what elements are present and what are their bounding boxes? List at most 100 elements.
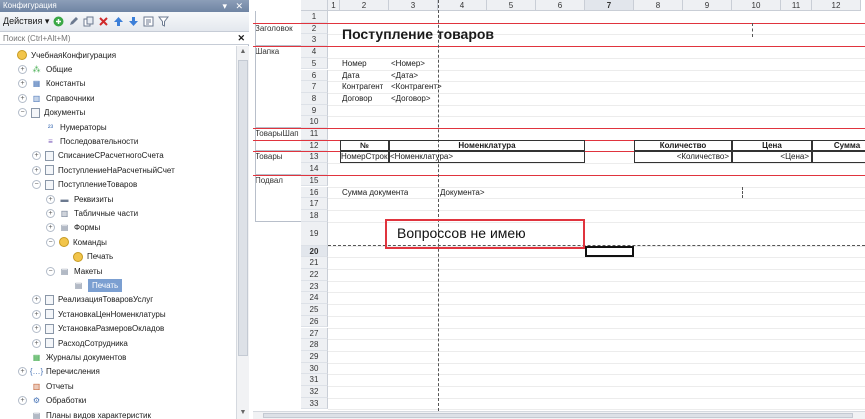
row-header[interactable]: 25 xyxy=(301,304,328,316)
tree-vertical-scrollbar[interactable]: ▲ ▼ xyxy=(236,46,249,419)
row-header[interactable]: 10 xyxy=(301,116,328,128)
row-header[interactable]: 27 xyxy=(301,327,328,340)
tree-item[interactable]: + ▥ Табличные части xyxy=(46,206,138,220)
filter-icon[interactable] xyxy=(158,16,170,27)
row-header[interactable]: 5 xyxy=(301,57,328,70)
row-header[interactable]: 1 xyxy=(301,11,328,23)
column-header[interactable]: 6 xyxy=(536,0,585,11)
tree-item[interactable]: + ▤ Формы xyxy=(46,221,100,235)
column-header[interactable]: 2 xyxy=(340,0,389,11)
collapse-icon[interactable]: − xyxy=(18,108,27,118)
row-header[interactable]: 15 xyxy=(301,174,328,187)
expand-icon[interactable]: + xyxy=(32,165,41,175)
actions-menu-button[interactable]: Действия ▾ xyxy=(3,16,49,27)
column-header[interactable]: 9 xyxy=(683,0,732,11)
tree-item[interactable]: + ⁂ Общие xyxy=(18,62,72,76)
column-header[interactable]: 5 xyxy=(487,0,536,11)
column-header[interactable]: 7 xyxy=(585,0,634,11)
tree-item[interactable]: + СписаниеСРасчетногоСчета xyxy=(32,149,164,163)
expand-icon[interactable]: + xyxy=(18,79,27,89)
row-header[interactable]: 11 xyxy=(301,128,328,140)
row-header[interactable]: 26 xyxy=(301,315,328,328)
row-header[interactable]: 17 xyxy=(301,198,328,210)
tree-item[interactable]: + ▥ Справочники xyxy=(18,91,94,105)
sheet-horizontal-scrollbar[interactable] xyxy=(253,411,865,419)
column-header[interactable]: 3 xyxy=(389,0,438,11)
row-header[interactable]: 29 xyxy=(301,350,328,363)
expand-icon[interactable]: + xyxy=(46,223,55,233)
spreadsheet-template-editor[interactable]: 1 2 3 4 5 6 7 8 9 10 11 12 1 2 3 4 5 6 7 8 9 10 11 12 13 14 15 16 17… xyxy=(253,0,865,411)
tree-item[interactable]: − Команды xyxy=(46,235,107,249)
tree-item[interactable]: + ⚙ Обработки xyxy=(18,394,86,408)
row-header[interactable]: 8 xyxy=(301,92,328,105)
row-header[interactable]: 2 xyxy=(301,22,328,35)
column-header[interactable]: 12 xyxy=(812,0,861,11)
collapse-icon[interactable]: − xyxy=(32,180,41,190)
tree-item[interactable]: + РеализацияТоваровУслуг xyxy=(32,293,153,307)
row-header[interactable]: 28 xyxy=(301,339,328,351)
row-header[interactable]: 21 xyxy=(301,257,328,269)
row-header[interactable]: 14 xyxy=(301,163,328,175)
row-header[interactable]: 7 xyxy=(301,81,328,93)
add-icon[interactable] xyxy=(53,16,64,27)
tree-item[interactable]: − ▤ Макеты xyxy=(46,264,102,278)
expand-icon[interactable]: + xyxy=(18,396,27,406)
row-header[interactable]: 24 xyxy=(301,292,328,305)
tree-item[interactable]: − Документы xyxy=(18,106,85,120)
expand-icon[interactable]: + xyxy=(32,151,41,161)
row-header[interactable]: 6 xyxy=(301,69,328,82)
tree-item[interactable]: ≡ Последовательности xyxy=(32,134,138,148)
tree-item[interactable]: + ▦ Константы xyxy=(18,77,85,91)
column-header[interactable]: 11 xyxy=(781,0,812,11)
row-header[interactable]: 23 xyxy=(301,280,328,293)
move-down-icon[interactable] xyxy=(128,16,139,27)
tree-item[interactable]: + {…} Перечисления xyxy=(18,365,100,379)
tree-item[interactable]: ▥ Отчеты xyxy=(18,379,74,393)
tree-item[interactable]: − ПоступлениеТоваров xyxy=(32,178,137,192)
scroll-up-icon[interactable]: ▲ xyxy=(237,46,249,58)
active-cell[interactable] xyxy=(585,245,634,258)
row-header[interactable]: 32 xyxy=(301,386,328,398)
tree-item[interactable]: УчебнаяКонфигурация xyxy=(4,48,116,62)
row-header[interactable]: 33 xyxy=(301,397,328,410)
expand-icon[interactable]: + xyxy=(32,324,41,334)
tree-item[interactable]: ▦ Журналы документов xyxy=(18,350,127,364)
expand-icon[interactable]: + xyxy=(18,367,27,377)
edit-icon[interactable] xyxy=(68,16,79,27)
move-up-icon[interactable] xyxy=(113,16,124,27)
expand-icon[interactable]: + xyxy=(46,208,55,218)
delete-icon[interactable] xyxy=(98,16,109,27)
tree-item[interactable]: ▤ Планы видов характеристик xyxy=(18,408,151,419)
row-header[interactable]: 13 xyxy=(301,151,328,164)
panel-window-buttons[interactable]: ▾ ✕ xyxy=(222,0,246,12)
row-header[interactable]: 22 xyxy=(301,269,328,281)
tree-item[interactable]: + РасходСотрудника xyxy=(32,336,128,350)
row-header[interactable]: 30 xyxy=(301,362,328,375)
row-header[interactable]: 12 xyxy=(301,139,328,152)
tree-item[interactable]: + УстановкаРазмеровОкладов xyxy=(32,322,164,336)
row-header[interactable]: 9 xyxy=(301,104,328,117)
column-header[interactable]: 1 xyxy=(328,0,340,11)
tree-item[interactable]: + ПоступлениеНаРасчетныйСчет xyxy=(32,163,175,177)
column-header[interactable]: 8 xyxy=(634,0,683,11)
column-header[interactable]: 10 xyxy=(732,0,781,11)
search-input[interactable] xyxy=(0,32,230,44)
expand-icon[interactable]: + xyxy=(32,295,41,305)
tree-item[interactable]: ²³ Нумераторы xyxy=(32,120,107,134)
row-header[interactable]: 19 xyxy=(301,221,328,246)
collapse-icon[interactable]: − xyxy=(46,266,55,276)
row-header[interactable]: 31 xyxy=(301,374,328,386)
clear-search-icon[interactable]: ✕ xyxy=(237,32,245,45)
column-header[interactable]: 4 xyxy=(438,0,487,11)
tree-item[interactable]: + ▬ Реквизиты xyxy=(46,192,113,206)
copy-icon[interactable] xyxy=(83,16,94,27)
collapse-icon[interactable]: − xyxy=(46,237,55,247)
expand-icon[interactable]: + xyxy=(32,338,41,348)
scrollbar-thumb[interactable] xyxy=(263,413,853,418)
row-header[interactable]: 20 xyxy=(301,245,328,258)
row-header[interactable]: 16 xyxy=(301,186,328,199)
row-header[interactable]: 3 xyxy=(301,34,328,47)
expand-icon[interactable]: + xyxy=(46,194,55,204)
expand-icon[interactable]: + xyxy=(18,64,27,74)
tree-item[interactable]: ▤ Печать xyxy=(60,278,123,292)
